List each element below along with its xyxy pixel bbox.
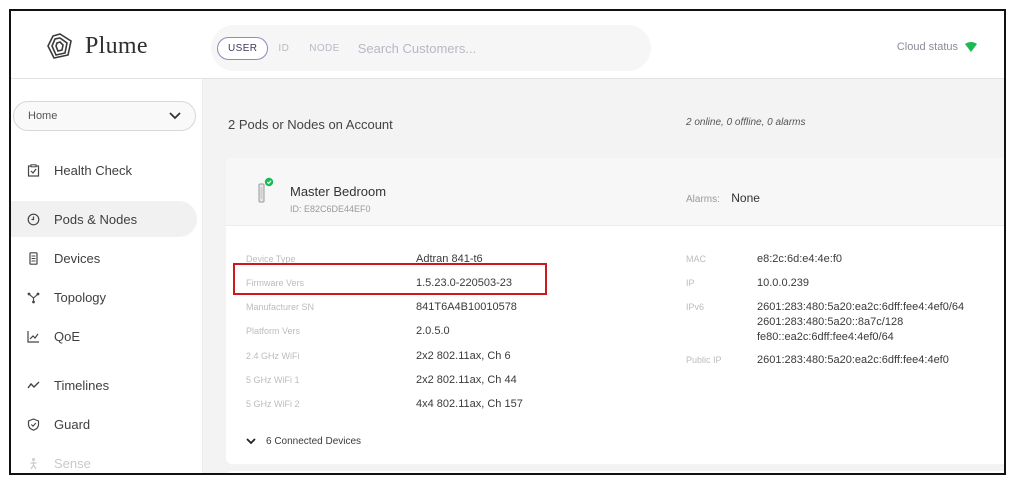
chevron-down-icon	[169, 112, 181, 120]
search-mode-user[interactable]: USER	[217, 36, 269, 60]
sidebar-item-label: Timelines	[54, 377, 110, 393]
sidebar-item-label: QoE	[54, 328, 81, 344]
sidebar-item-topology[interactable]: Topology	[11, 279, 197, 315]
wifi-5-1-label: 5 GHz WiFi 1	[246, 375, 300, 385]
timeline-icon	[27, 381, 40, 388]
wifi-5-1-value: 2x2 802.11ax, Ch 44	[416, 374, 517, 386]
pod-id: ID: E82C6DE44EF0	[290, 204, 371, 214]
ipv6-label: IPv6	[686, 302, 705, 312]
search-input[interactable]	[357, 40, 598, 56]
chevron-down-icon	[246, 438, 256, 445]
wifi-24-label: 2.4 GHz WiFi	[246, 351, 300, 361]
manufacturer-sn-value: 841T6A4B10010578	[416, 301, 517, 313]
home-dropdown-value: Home	[28, 110, 58, 122]
connected-devices-toggle[interactable]: 6 Connected Devices	[246, 436, 361, 447]
chart-line-icon	[27, 330, 39, 343]
cloud-status[interactable]: Cloud status	[897, 41, 978, 53]
mac-value: e8:2c:6d:e4:4e:f0	[757, 253, 843, 265]
sidebar-item-label: Guard	[54, 416, 91, 432]
top-bar: Plume USER ID NODE Cloud status	[11, 11, 1004, 79]
pod-card: Master Bedroom ID: E82C6DE44EF0 Alarms: …	[226, 158, 1004, 464]
sidebar-item-label: Health Check	[54, 162, 133, 178]
firmware-value: 1.5.23.0-220503-23	[416, 277, 513, 289]
wifi-5-2-value: 4x4 802.11ax, Ch 157	[416, 398, 523, 410]
device-type-value: Adtran 841-t6	[416, 253, 483, 265]
alarms-value: None	[731, 191, 760, 205]
wifi-24-value: 2x2 802.11ax, Ch 6	[416, 350, 511, 362]
shield-icon	[27, 417, 40, 431]
device-icon	[29, 251, 38, 265]
search-mode-toggle: USER ID NODE	[217, 36, 350, 60]
pods-count-heading: 2 Pods or Nodes on Account	[228, 117, 393, 132]
pod-name: Master Bedroom	[290, 184, 387, 199]
sidebar-item-devices[interactable]: Devices	[11, 240, 197, 276]
wifi-5-2-label: 5 GHz WiFi 2	[246, 399, 300, 409]
manufacturer-sn-label: Manufacturer SN	[246, 302, 315, 312]
topology-icon	[27, 292, 40, 303]
search-mode-id[interactable]: ID	[268, 38, 299, 59]
platform-label: Platform Vers	[246, 326, 301, 336]
ipv6-value-1: 2601:283:480:5a20:ea2c:6dff:fee4:4ef0/64	[757, 301, 965, 313]
sidebar-item-label: Sense	[54, 455, 91, 471]
wifi-icon	[965, 42, 977, 52]
pod-alarms: Alarms: None	[686, 191, 760, 205]
search-mode-node[interactable]: NODE	[299, 38, 350, 59]
platform-value: 2.0.5.0	[416, 325, 450, 337]
sidebar-item-guard[interactable]: Guard	[11, 406, 197, 442]
main-content: 2 Pods or Nodes on Account 2 online, 0 o…	[204, 79, 1004, 473]
ipv6-value-2: 2601:283:480:5a20::8a7c/128	[757, 316, 904, 328]
ip-label: IP	[686, 278, 695, 288]
clipboard-icon	[27, 163, 40, 177]
public-ip-label: Public IP	[686, 355, 722, 365]
sidebar: Home Health Check Pods & Nodes Devices T…	[11, 79, 203, 473]
sidebar-item-health-check[interactable]: Health Check	[11, 152, 197, 188]
pod-card-header[interactable]: Master Bedroom ID: E82C6DE44EF0 Alarms: …	[226, 158, 1004, 226]
sidebar-item-label: Pods & Nodes	[54, 211, 138, 227]
pod-device-icon	[258, 177, 274, 203]
alarms-label: Alarms:	[686, 194, 720, 205]
sidebar-item-qoe[interactable]: QoE	[11, 318, 197, 354]
sense-icon	[30, 457, 37, 469]
sidebar-item-label: Devices	[54, 250, 101, 266]
app-window: Plume USER ID NODE Cloud status Home	[9, 9, 1006, 475]
sidebar-item-sense[interactable]: Sense	[11, 445, 197, 473]
home-dropdown[interactable]: Home	[13, 101, 196, 131]
mac-label: MAC	[686, 254, 706, 264]
brand-logo[interactable]: Plume	[45, 31, 148, 61]
pods-status-summary: 2 online, 0 offline, 0 alarms	[686, 117, 806, 128]
plume-logo-icon	[47, 33, 72, 59]
firmware-label: Firmware Vers	[246, 278, 305, 288]
device-type-label: Device Type	[246, 254, 296, 264]
public-ip-value: 2601:283:480:5a20:ea2c:6dff:fee4:4ef0	[757, 354, 949, 366]
connected-devices-label: 6 Connected Devices	[266, 436, 362, 447]
brand-name: Plume	[85, 32, 148, 59]
pod-card-2	[226, 471, 1004, 473]
sidebar-item-pods-nodes[interactable]: Pods & Nodes	[11, 201, 197, 237]
clock-circle-icon	[27, 213, 40, 225]
ip-value: 10.0.0.239	[757, 277, 809, 289]
search-bar: USER ID NODE	[211, 25, 651, 71]
sidebar-item-label: Topology	[54, 289, 107, 305]
ipv6-value-3: fe80::ea2c:6dff:fee4:4ef0/64	[757, 331, 894, 343]
cloud-status-label: Cloud status	[896, 41, 958, 53]
sidebar-item-timelines[interactable]: Timelines	[11, 367, 197, 403]
